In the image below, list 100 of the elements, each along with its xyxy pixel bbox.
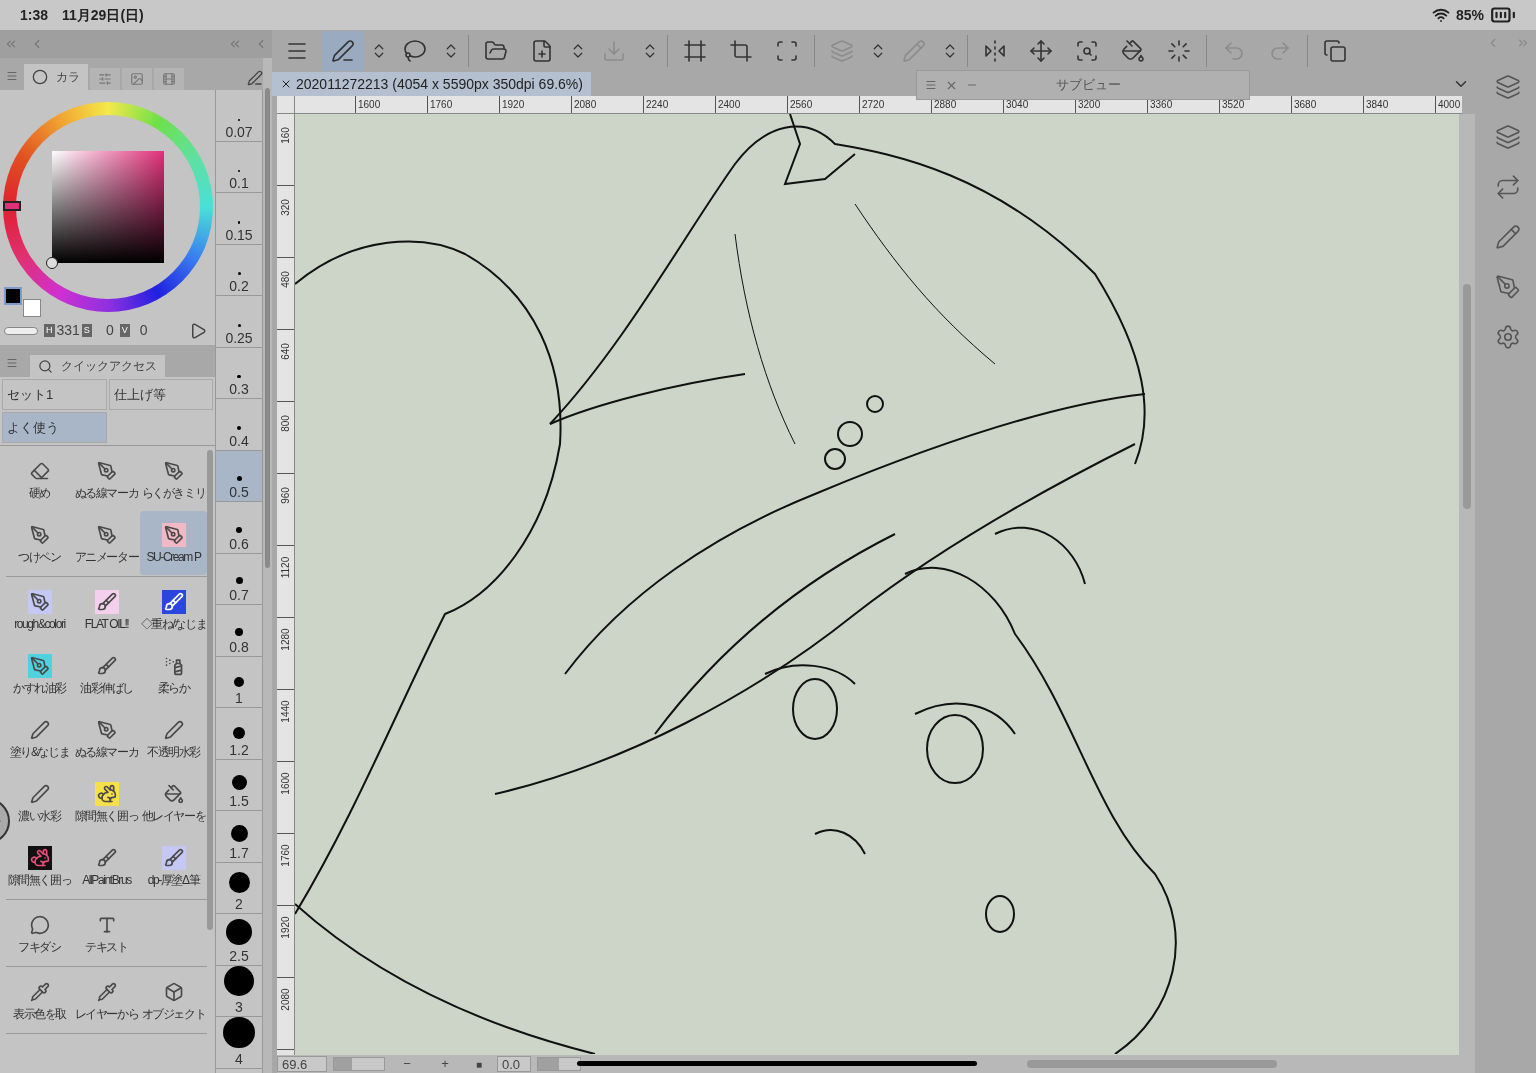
settings-icon[interactable] <box>1495 324 1521 350</box>
image-icon[interactable] <box>122 68 152 90</box>
scrollbar[interactable] <box>207 450 213 930</box>
tool-tile[interactable]: テキスト <box>73 901 140 965</box>
color-tab[interactable]: カラ <box>24 64 88 90</box>
quick-access-tab[interactable]: クイックアクセス <box>30 355 165 377</box>
fit-button[interactable]: ■ <box>467 1056 491 1072</box>
toolbar-button[interactable] <box>322 31 364 71</box>
brush-size-item[interactable]: 0.3 <box>216 347 262 399</box>
tool-tile[interactable]: dp-厚塗Δ筆 <box>140 834 207 898</box>
layers-icon <box>830 39 854 63</box>
tool-tile[interactable]: 他レイヤーを <box>140 770 207 834</box>
tool-tile[interactable]: 隙間無く囲っ <box>6 834 73 898</box>
brush-size-item[interactable]: 0.7 <box>216 553 262 605</box>
brush-size-item[interactable]: 0.6 <box>216 502 262 554</box>
zoom-in-button[interactable]: + <box>429 1054 461 1073</box>
tool-tile[interactable]: 硬め <box>6 447 73 511</box>
brush-size-item[interactable]: 0.8 <box>216 605 262 657</box>
brush-size-item[interactable]: 1.2 <box>216 708 262 760</box>
pen-icon <box>247 70 263 86</box>
tool-tile[interactable]: 柔らか <box>140 642 207 706</box>
film-icon[interactable] <box>154 68 184 90</box>
h-value: 331 <box>56 321 80 340</box>
tool-tile[interactable]: 濃い水彩 <box>6 770 73 834</box>
angle-field[interactable]: 0.0 <box>497 1056 531 1072</box>
brush-size-item[interactable]: 0.1 <box>216 141 262 193</box>
tool-tile[interactable]: つけペン <box>6 511 73 575</box>
panel-menu-icon[interactable] <box>925 79 937 91</box>
transform-icon <box>775 39 799 63</box>
tool-tile[interactable]: かすれ油彩 <box>6 642 73 706</box>
layer-property-icon[interactable] <box>1495 74 1521 100</box>
scrollbar[interactable] <box>1463 284 1471 509</box>
panel-menu-icon[interactable] <box>6 357 18 369</box>
brush-size-item[interactable]: 0.07 <box>216 90 262 142</box>
tool-tile[interactable]: ◇重ね/なじま <box>140 578 207 642</box>
pencil-icon <box>902 39 926 63</box>
panel-menu-icon[interactable] <box>6 70 18 82</box>
scrollbar[interactable] <box>265 88 270 568</box>
tool-tile[interactable]: SU-Cream P <box>140 511 207 575</box>
zoom-slider[interactable] <box>333 1057 385 1071</box>
saturation-square[interactable] <box>51 151 164 263</box>
sliders-icon[interactable] <box>90 68 120 90</box>
brush-size-item[interactable]: 4 <box>216 1017 262 1069</box>
brush-size-item[interactable]: 0.15 <box>216 193 262 245</box>
background-color-swatch[interactable] <box>23 299 41 317</box>
v-label: V <box>119 323 130 338</box>
foreground-color-swatch[interactable] <box>4 287 22 305</box>
document-tab[interactable]: 202011272213 (4054 x 5590px 350dpi 69.6%) <box>272 72 591 96</box>
zoom-field[interactable]: 69.6 <box>277 1056 327 1072</box>
brush-size-item[interactable]: 0.4 <box>216 399 262 451</box>
tool-tile[interactable]: レイヤーから <box>73 968 140 1032</box>
frame-icon <box>683 39 707 63</box>
tool-tile[interactable]: AllPaintBrus <box>73 834 140 898</box>
tool-tile[interactable]: ぬる線マーカ <box>73 447 140 511</box>
lasso-icon <box>403 39 427 63</box>
v-value: 0 <box>139 321 148 340</box>
collapse-icon[interactable] <box>228 37 242 51</box>
set-tab[interactable]: よく使う <box>2 412 107 443</box>
brush-size-item[interactable]: 1 <box>216 656 262 708</box>
set-tab[interactable]: セット1 <box>2 379 107 410</box>
tool-tile[interactable]: ぬる線マーカ <box>73 706 140 770</box>
brush-size-item[interactable]: 2 <box>216 862 262 914</box>
repeat-icon[interactable] <box>1495 174 1521 200</box>
battery-percent: 85% <box>1455 5 1484 25</box>
status-time: 1:38 <box>20 5 49 25</box>
tool-tile[interactable]: rough&colori <box>6 578 73 642</box>
brush-size-item[interactable]: 0.5 <box>216 450 262 502</box>
brush-size-item[interactable]: 3 <box>216 965 262 1017</box>
tool-tile[interactable]: らくがきミリ <box>140 447 207 511</box>
h-label: H <box>44 323 55 338</box>
vertical-ruler: 160 320 480 640 800 960 1120 1280 1440 1600 1760 1920 2080 <box>277 114 295 1055</box>
brush-size-item[interactable]: 0.25 <box>216 296 262 348</box>
transparent-swatch[interactable] <box>4 326 38 335</box>
angle-slider[interactable] <box>537 1057 581 1071</box>
color-circle-icon <box>32 69 48 85</box>
brush-size-item[interactable]: 2.5 <box>216 914 262 966</box>
bucket-icon <box>1121 39 1145 63</box>
file-plus-icon <box>530 39 554 63</box>
layers-icon[interactable] <box>1495 124 1521 150</box>
tool-tile[interactable]: 不透明水彩 <box>140 706 207 770</box>
tool-property-icon[interactable] <box>1495 274 1521 300</box>
s-label: S <box>81 323 92 338</box>
brush-size-item[interactable]: 0.2 <box>216 244 262 296</box>
hue-marker[interactable] <box>3 201 21 211</box>
tool-tile[interactable]: 隙間無く囲っ <box>73 770 140 834</box>
set-tab[interactable]: 仕上げ等 <box>108 379 213 410</box>
collapse-icon[interactable] <box>4 37 18 51</box>
brush-size-item[interactable]: 1.5 <box>216 759 262 811</box>
horizontal-scrollbar[interactable] <box>1027 1060 1277 1068</box>
tool-tile[interactable]: フキダシ <box>6 901 73 965</box>
zoom-out-button[interactable]: − <box>391 1054 423 1073</box>
tool-tile[interactable]: アニメーター <box>73 511 140 575</box>
tool-tile[interactable]: FLAT OIL!! <box>73 578 140 642</box>
pen-icon <box>331 39 355 63</box>
pencil-icon[interactable] <box>1495 224 1521 250</box>
tool-tile[interactable]: 油彩伸ばし <box>73 642 140 706</box>
tool-tile[interactable]: 表示色を取 <box>6 968 73 1032</box>
tool-tile[interactable]: オブジェクト <box>140 968 207 1032</box>
brush-size-item[interactable]: 1.7 <box>216 811 262 863</box>
tool-tile[interactable]: 塗り&なじま <box>6 706 73 770</box>
